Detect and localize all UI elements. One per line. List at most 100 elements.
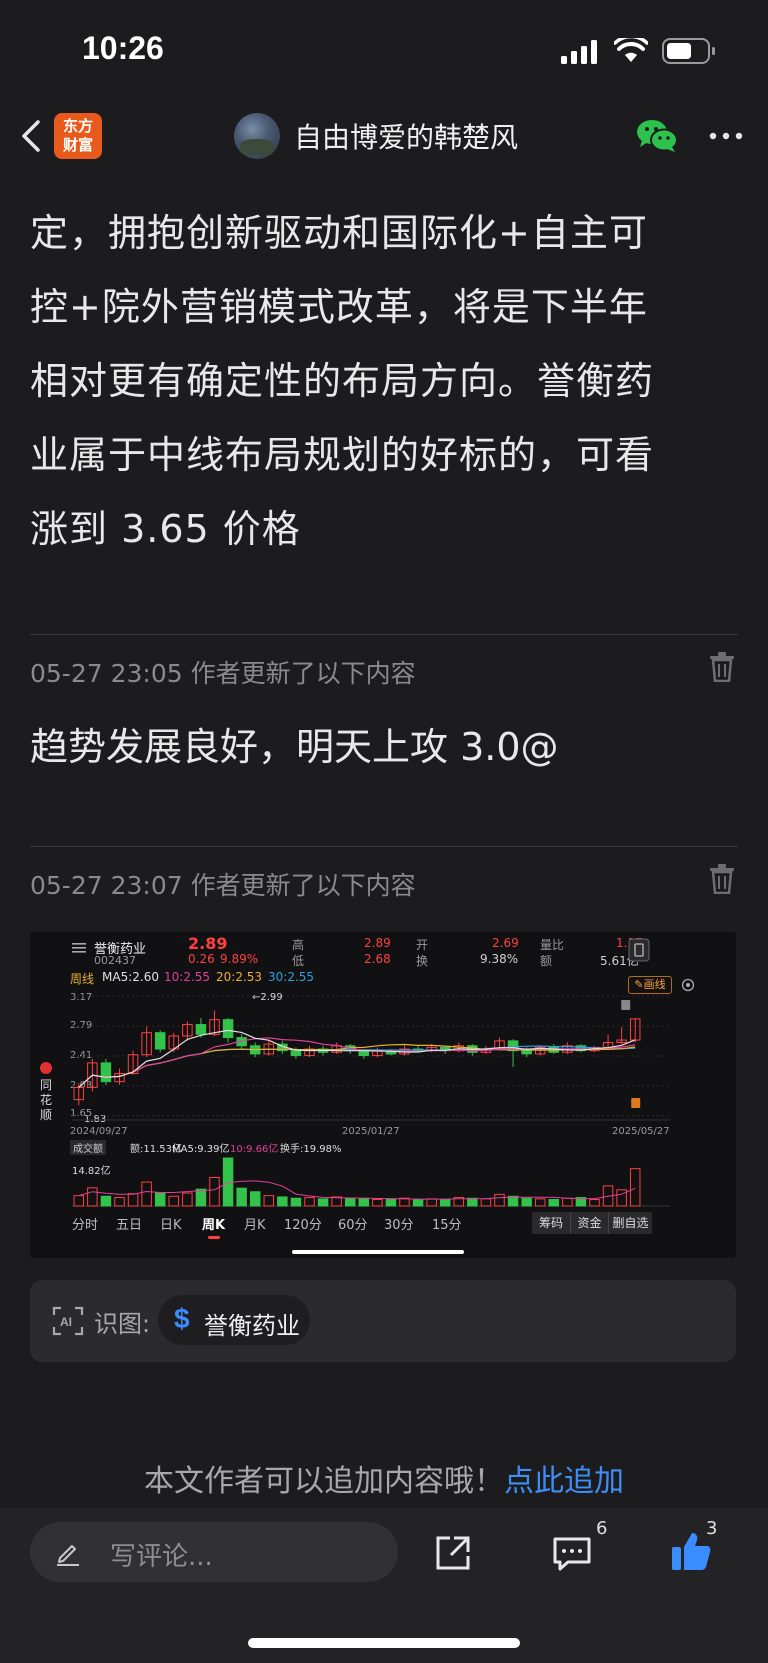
volume-bar bbox=[263, 1195, 275, 1207]
article-line: 定，拥抱创新驱动和国际化+自主可 bbox=[30, 211, 648, 255]
logo-line-1: 东方 bbox=[62, 117, 93, 135]
nav-bar: 东方 财富 自由博爱的韩楚风 bbox=[0, 100, 768, 172]
image-recognition-panel: AI 识图: $ 誉衡药业 bbox=[30, 1280, 736, 1362]
volume-bar bbox=[141, 1181, 152, 1207]
article-line: 涨到 3.65 价格 bbox=[30, 507, 301, 551]
volume-bar bbox=[182, 1192, 193, 1207]
append-link[interactable]: 点此追加 bbox=[504, 1464, 624, 1499]
volume-bar bbox=[304, 1197, 315, 1207]
funds-button: 资金 bbox=[570, 1212, 608, 1234]
app-logo[interactable]: 东方 财富 bbox=[54, 113, 102, 159]
comment-input[interactable]: 写评论... bbox=[30, 1522, 398, 1582]
volume-bar bbox=[100, 1195, 112, 1207]
tab-period: 五日 bbox=[116, 1218, 143, 1233]
back-icon[interactable] bbox=[18, 116, 44, 156]
divider bbox=[30, 846, 738, 847]
stock-tag-label: 誉衡药业 bbox=[204, 1312, 300, 1340]
comment-placeholder: 写评论... bbox=[110, 1542, 213, 1572]
trash-icon[interactable] bbox=[708, 864, 736, 894]
update-text: 趋势发展良好，明天上攻 3.0@ bbox=[30, 725, 559, 769]
author-name[interactable]: 自由博爱的韩楚风 bbox=[294, 116, 518, 156]
candle-body bbox=[521, 1050, 532, 1055]
update-meta: 05-27 23:07 作者更新了以下内容 bbox=[30, 871, 416, 900]
image-home-indicator bbox=[292, 1250, 464, 1254]
article-line: 相对更有确定性的布局方向。誉衡药 bbox=[30, 359, 655, 403]
volume-bar bbox=[317, 1198, 329, 1207]
candle-body bbox=[358, 1050, 370, 1057]
status-time: 10:26 bbox=[82, 30, 164, 66]
volume-bar bbox=[534, 1198, 546, 1207]
volume-bar bbox=[290, 1197, 302, 1207]
volume-bar bbox=[385, 1199, 397, 1207]
volume-bar bbox=[73, 1195, 85, 1207]
volume-bar bbox=[467, 1197, 478, 1207]
buy-marker-icon bbox=[621, 1000, 631, 1010]
volume-bar bbox=[494, 1193, 505, 1207]
volume-bar bbox=[629, 1168, 641, 1207]
candle-body bbox=[290, 1050, 302, 1057]
svg-text:AI: AI bbox=[60, 1315, 72, 1329]
volume-bar bbox=[209, 1176, 220, 1207]
trash-icon[interactable] bbox=[708, 652, 736, 682]
volume-bar bbox=[344, 1197, 356, 1207]
battery-icon bbox=[662, 38, 715, 64]
wechat-icon[interactable] bbox=[636, 118, 678, 154]
append-prefix: 本文作者可以追加内容哦！ bbox=[144, 1464, 504, 1499]
volume-bar bbox=[236, 1187, 247, 1207]
ai-scan-icon: AI bbox=[52, 1306, 84, 1336]
append-prompt: 本文作者可以追加内容哦！点此追加 bbox=[0, 1456, 768, 1500]
volume-bar bbox=[87, 1187, 98, 1207]
article-line: 控+院外营销模式改革，将是下半年 bbox=[30, 285, 648, 329]
article-body: 定，拥抱创新驱动和国际化+自主可 控+院外营销模式改革，将是下半年 相对更有确定… bbox=[30, 196, 742, 566]
wifi-icon bbox=[614, 38, 648, 62]
candle-body bbox=[154, 1032, 166, 1050]
volume-bar bbox=[277, 1196, 288, 1207]
volume-bar bbox=[426, 1198, 437, 1207]
tab-period: 60分 bbox=[338, 1218, 368, 1233]
share-icon[interactable] bbox=[434, 1534, 472, 1572]
volume-bar bbox=[154, 1192, 166, 1207]
tab-period: 分时 bbox=[72, 1218, 99, 1233]
volume-bar bbox=[195, 1188, 207, 1207]
home-indicator bbox=[248, 1638, 520, 1648]
volume-bar bbox=[358, 1198, 370, 1207]
cellular-signal-icon bbox=[561, 40, 597, 64]
comment-count: 6 bbox=[596, 1518, 608, 1539]
volume-bar bbox=[412, 1199, 424, 1207]
tab-period: 月K bbox=[244, 1218, 266, 1233]
trade-marker-icon bbox=[631, 1098, 641, 1108]
volume-bar bbox=[331, 1196, 342, 1207]
update-meta: 05-27 23:05 作者更新了以下内容 bbox=[30, 659, 416, 688]
tab-period: 30分 bbox=[384, 1218, 414, 1233]
chips-button: 筹码 bbox=[532, 1212, 570, 1234]
stock-chart-image[interactable]: 同 花 顺 誉衡药业 002437 2.89 0.26 9.89% 高 2.89… bbox=[30, 932, 736, 1258]
article-line: 业属于中线布局规划的好标的，可看 bbox=[30, 433, 655, 477]
candle-body bbox=[100, 1062, 112, 1083]
comment-icon[interactable] bbox=[552, 1536, 592, 1572]
pen-icon bbox=[57, 1545, 79, 1566]
volume-bar bbox=[127, 1193, 139, 1207]
status-bar: 10:26 bbox=[0, 0, 768, 100]
tab-period: 15分 bbox=[432, 1218, 462, 1233]
author-avatar[interactable] bbox=[234, 113, 280, 159]
stock-tag-chip[interactable]: $ 誉衡药业 bbox=[158, 1295, 310, 1345]
candle-body bbox=[195, 1024, 207, 1035]
bottom-toolbar: 写评论... 6 3 bbox=[0, 1508, 768, 1663]
divider bbox=[30, 634, 738, 635]
volume-bar bbox=[548, 1199, 560, 1207]
candle-body bbox=[222, 1019, 234, 1039]
volume-bar bbox=[372, 1199, 383, 1207]
kline-chart bbox=[72, 995, 670, 1207]
volume-bar bbox=[114, 1197, 125, 1207]
recognize-label: 识图: bbox=[94, 1310, 151, 1338]
volume-bar bbox=[480, 1198, 492, 1207]
tab-period-active: 周K bbox=[202, 1218, 226, 1233]
more-icon[interactable] bbox=[708, 124, 744, 148]
volume-bar bbox=[562, 1197, 573, 1207]
dollar-icon: $ bbox=[174, 1303, 190, 1334]
tab-period: 日K bbox=[160, 1218, 182, 1233]
remove-watchlist-button: 删自选 bbox=[608, 1212, 652, 1234]
volume-bar bbox=[168, 1195, 180, 1207]
active-tab-indicator bbox=[208, 1236, 220, 1239]
logo-line-2: 财富 bbox=[62, 136, 93, 154]
